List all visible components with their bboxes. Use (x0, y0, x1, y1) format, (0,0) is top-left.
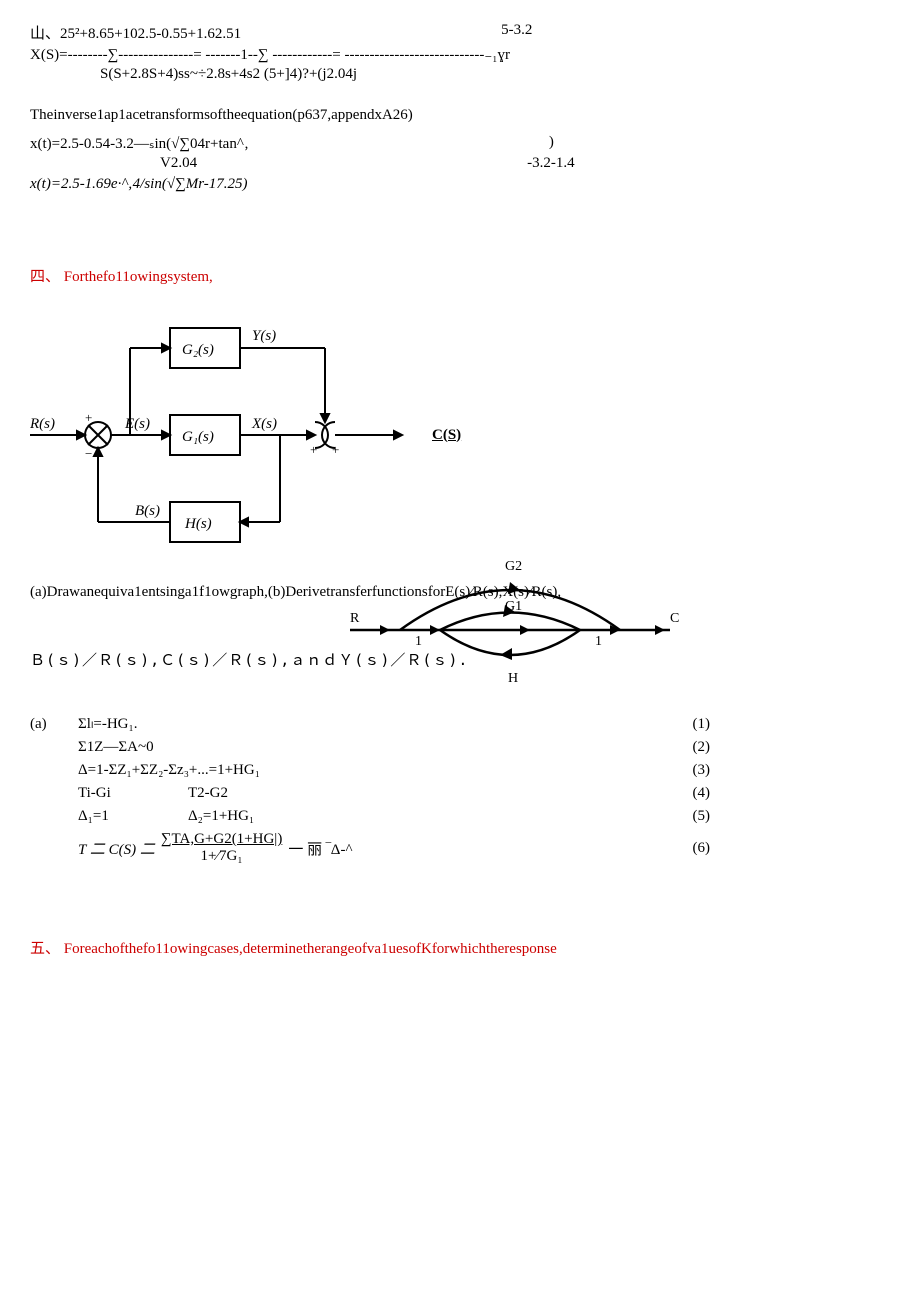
sfg-one-l: 1 (415, 634, 422, 649)
sfg-H: H (508, 671, 518, 686)
sfg-G1: G1 (505, 599, 522, 614)
sign-plus-2: + (310, 442, 317, 457)
sec4-title: Forthefo11owingsystem, (64, 269, 213, 285)
lbl-H: H(s) (184, 516, 212, 532)
lbl-C: C(S) (432, 427, 461, 444)
eq-line-3: S(S+2.8S+4)ss~÷2.8s+4s2 (5+]4)?+(j2.04j (30, 66, 890, 83)
eq-line-6: V2.04 -3.2-1.4 (30, 155, 890, 172)
sfg-C: C (670, 611, 679, 626)
inverse-note: Theinverse1ap1acetransformsoftheequation… (30, 107, 890, 124)
eq6mid: 一 丽 ­‾Δ-^ (288, 838, 352, 859)
block-diagram: R(s) E(s) X(s) Y(s) B(s) G₁(s) G₂(s) H(s… (30, 310, 410, 560)
eqn1: (1) (653, 716, 711, 733)
eq5-left: x(t)=2.5-0.54-3.2—ₛin(√∑04r+tan^‚ (30, 134, 249, 153)
eq5b: Δ₂=1+HG₁ (188, 808, 254, 825)
eq1-left: 山、25²+8.65+102.5-0.55+1.62.51 (30, 22, 241, 43)
equations-block: (a) Σlₗ=-HG₁. (1) Σ1Z—ΣA~0 (2) Δ=1-ΣZ₁+Σ… (30, 714, 710, 865)
eqn4: (4) (653, 785, 711, 802)
eqn6: (6) (653, 840, 711, 857)
eq2: Σ1Z—ΣA~0 (78, 739, 154, 756)
top-block: 山、25²+8.65+102.5-0.55+1.62.51 5-3.2 X(S)… (30, 22, 890, 193)
lbl-Y: Y(s) (252, 328, 276, 344)
lbl-R: R(s) (30, 416, 55, 432)
eq5a: Δ₁=1 (78, 808, 188, 825)
eq-row-4: Ti-Gi T2-G2 (4) (30, 785, 710, 802)
eq-line-7: x(t)=2.5-1.69e·^‚4/sin(√∑Mr-17.25) (30, 176, 890, 193)
eq5-paren: ) (549, 134, 554, 151)
lbl-G2: G₂(s) (182, 342, 214, 358)
sfg-container: R C G2 G1 H 1 1 (330, 550, 890, 690)
block-diagram-container: R(s) E(s) X(s) Y(s) B(s) G₁(s) G₂(s) H(s… (30, 310, 890, 560)
eqn5: (5) (653, 808, 711, 825)
eq3: Δ=1-ΣZ₁+ΣZ₂-Σz₃+...=1+HG₁ (78, 762, 260, 779)
eq1-right: 5-3.2 (501, 22, 532, 39)
sign-plus-3: + (332, 442, 339, 457)
lbl-B: B(s) (135, 503, 160, 519)
sec4-cjk: 四、 (30, 269, 60, 285)
sign-plus-1: + (85, 410, 92, 425)
sign-minus: − (85, 446, 92, 461)
eq-line-1: 山、25²+8.65+102.5-0.55+1.62.51 5-3.2 (30, 22, 890, 43)
eq6d: 1+⁄7G₁ (201, 848, 243, 865)
eq4a: Ti-Gi (78, 785, 188, 802)
eq1: Σlₗ=-HG₁. (78, 714, 138, 733)
eq-row-5: Δ₁=1 Δ₂=1+HG₁ (5) (30, 808, 710, 825)
sec5-title: Foreachofthefo11owingcases,determinether… (64, 941, 557, 957)
lbl-E: E(s) (124, 416, 150, 432)
sfg-R: R (350, 611, 360, 626)
eqn3: (3) (653, 762, 711, 779)
lbl-G1: G₁(s) (182, 429, 214, 445)
signal-flow-graph: R C G2 G1 H 1 1 (330, 550, 690, 690)
eq4b: T2-G2 (188, 785, 228, 802)
section-5-heading: 五、 Foreachofthefo11owingcases,determinet… (30, 937, 890, 958)
section-4-heading: 四、 Forthefo11owingsystem, (30, 265, 890, 286)
eq6u: ∑TA,G+G2(1+HG|) (161, 831, 282, 848)
eq-row-6: T 二 C(S) 二 ∑TA,G+G2(1+HG|) 1+⁄7G₁ 一 丽 ­‾… (30, 831, 710, 865)
eq6-right: -3.2-1.4 (527, 155, 575, 172)
eq6: T 二 C(S) 二 (78, 838, 155, 859)
eq-row-3: Δ=1-ΣZ₁+ΣZ₂-Σz₃+...=1+HG₁ (3) (30, 762, 710, 779)
eq-a: (a) (30, 716, 78, 733)
eq-line-5: x(t)=2.5-0.54-3.2—ₛin(√∑04r+tan^‚ ) (30, 134, 890, 153)
sec5-cjk: 五、 (30, 941, 60, 957)
sfg-one-r: 1 (595, 634, 602, 649)
eq-line-2: X(S)=--------∑---------------= -------1-… (30, 45, 890, 64)
lbl-X: X(s) (251, 416, 277, 432)
eq6-frac: ∑TA,G+G2(1+HG|) 1+⁄7G₁ (161, 831, 282, 865)
eq-row-1: (a) Σlₗ=-HG₁. (1) (30, 714, 710, 733)
eq-row-2: Σ1Z—ΣA~0 (2) (30, 739, 710, 756)
eq6-left: V2.04 (160, 155, 197, 172)
sfg-G2: G2 (505, 559, 522, 574)
eqn2: (2) (653, 739, 711, 756)
